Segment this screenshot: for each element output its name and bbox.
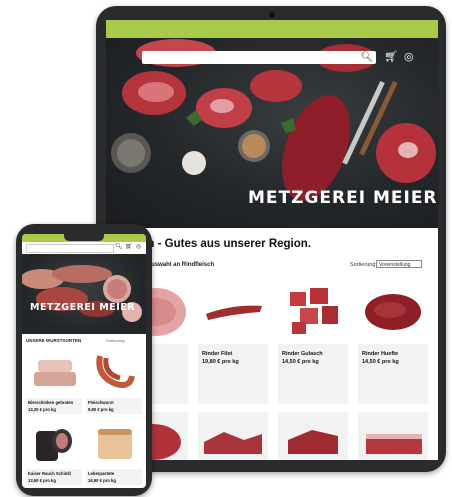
search-input[interactable] <box>26 244 114 253</box>
product-price: 14,50 € pro kg <box>362 359 399 365</box>
product-price: 19,80 € pro kg <box>202 359 239 365</box>
section-title: e Auswahl an Rindfleisch <box>142 262 215 268</box>
product-name: Leberpastete <box>88 471 115 476</box>
product-price: 9,80 € pro kg <box>88 407 114 412</box>
product-card[interactable]: Rinder Huefte 14,50 € pro kg <box>358 274 428 404</box>
product-card[interactable]: Leberpastete 16,90 € pro kg <box>86 417 142 485</box>
tablet-screen: 🔍︎ 🛒︎ ◎ METZGEREI MEIER fleisch - Gutes … <box>106 20 438 460</box>
sort-label[interactable]: Sortierung <box>106 338 124 343</box>
top-accent-bar <box>106 20 438 38</box>
product-card[interactable]: Rinder Filet 19,80 € pro kg <box>198 274 268 404</box>
cart-icon[interactable]: 🛒︎ <box>384 50 398 63</box>
product-image <box>204 432 262 454</box>
shop-title: METZGEREI MEIER <box>248 188 438 208</box>
product-name: Rinder Filet <box>202 351 233 357</box>
phone-notch <box>64 234 104 241</box>
product-price: 16,90 € pro kg <box>88 478 116 483</box>
product-image <box>86 417 142 469</box>
product-name: Fleischwurst <box>88 400 114 405</box>
product-name: Kaiser Rauch Schinkl <box>28 471 71 476</box>
hero-banner <box>22 254 146 334</box>
tablet-camera <box>269 12 275 18</box>
product-price: 13,20 € pro kg <box>28 407 56 412</box>
search-input[interactable] <box>142 51 376 64</box>
product-card[interactable]: Kaiser Rauch Schinkl 13,60 € pro kg <box>26 417 82 485</box>
product-card[interactable] <box>358 412 428 460</box>
product-image <box>198 274 268 344</box>
shop-title: METZGEREI MEIER <box>30 302 136 313</box>
product-card[interactable]: Rinder Gulasch 14,50 € pro kg <box>278 274 348 404</box>
product-image <box>86 346 142 398</box>
product-image <box>278 274 348 344</box>
product-image <box>26 417 82 469</box>
bag-icon[interactable]: ◎ <box>404 50 414 63</box>
sort-select[interactable]: Voreinstellung <box>376 260 422 268</box>
section-title: UNSERE WURSTSORTEN <box>26 338 82 343</box>
product-card[interactable] <box>198 412 268 460</box>
product-image <box>366 434 422 454</box>
search-icon[interactable]: 🔍︎ <box>360 51 374 64</box>
product-price: 13,60 € pro kg <box>28 478 56 483</box>
product-name: Rinder Huefte <box>362 351 399 357</box>
phone-screen: 🔍︎ 🛒︎ ◎ METZGEREI MEIER UNSERE WURSTSORT… <box>22 234 146 488</box>
product-card[interactable] <box>278 412 348 460</box>
product-image <box>288 430 338 454</box>
product-image <box>26 346 82 398</box>
sausage-hero-image <box>22 265 142 322</box>
search-icon[interactable]: 🔍︎ <box>115 243 123 250</box>
cart-icon[interactable]: 🛒︎ <box>125 243 133 250</box>
sort-label: Sortierung <box>350 262 376 268</box>
product-price: 14,50 € pro kg <box>282 359 319 365</box>
bag-icon[interactable]: ◎ <box>136 243 141 250</box>
product-name: Rinder Gulasch <box>282 351 323 357</box>
product-card[interactable]: Fleischwurst 9,80 € pro kg <box>86 346 142 414</box>
product-image <box>358 274 428 344</box>
product-card[interactable]: Bierschinken gebraten 13,20 € pro kg <box>26 346 82 414</box>
product-name: Bierschinken gebraten <box>28 400 74 405</box>
